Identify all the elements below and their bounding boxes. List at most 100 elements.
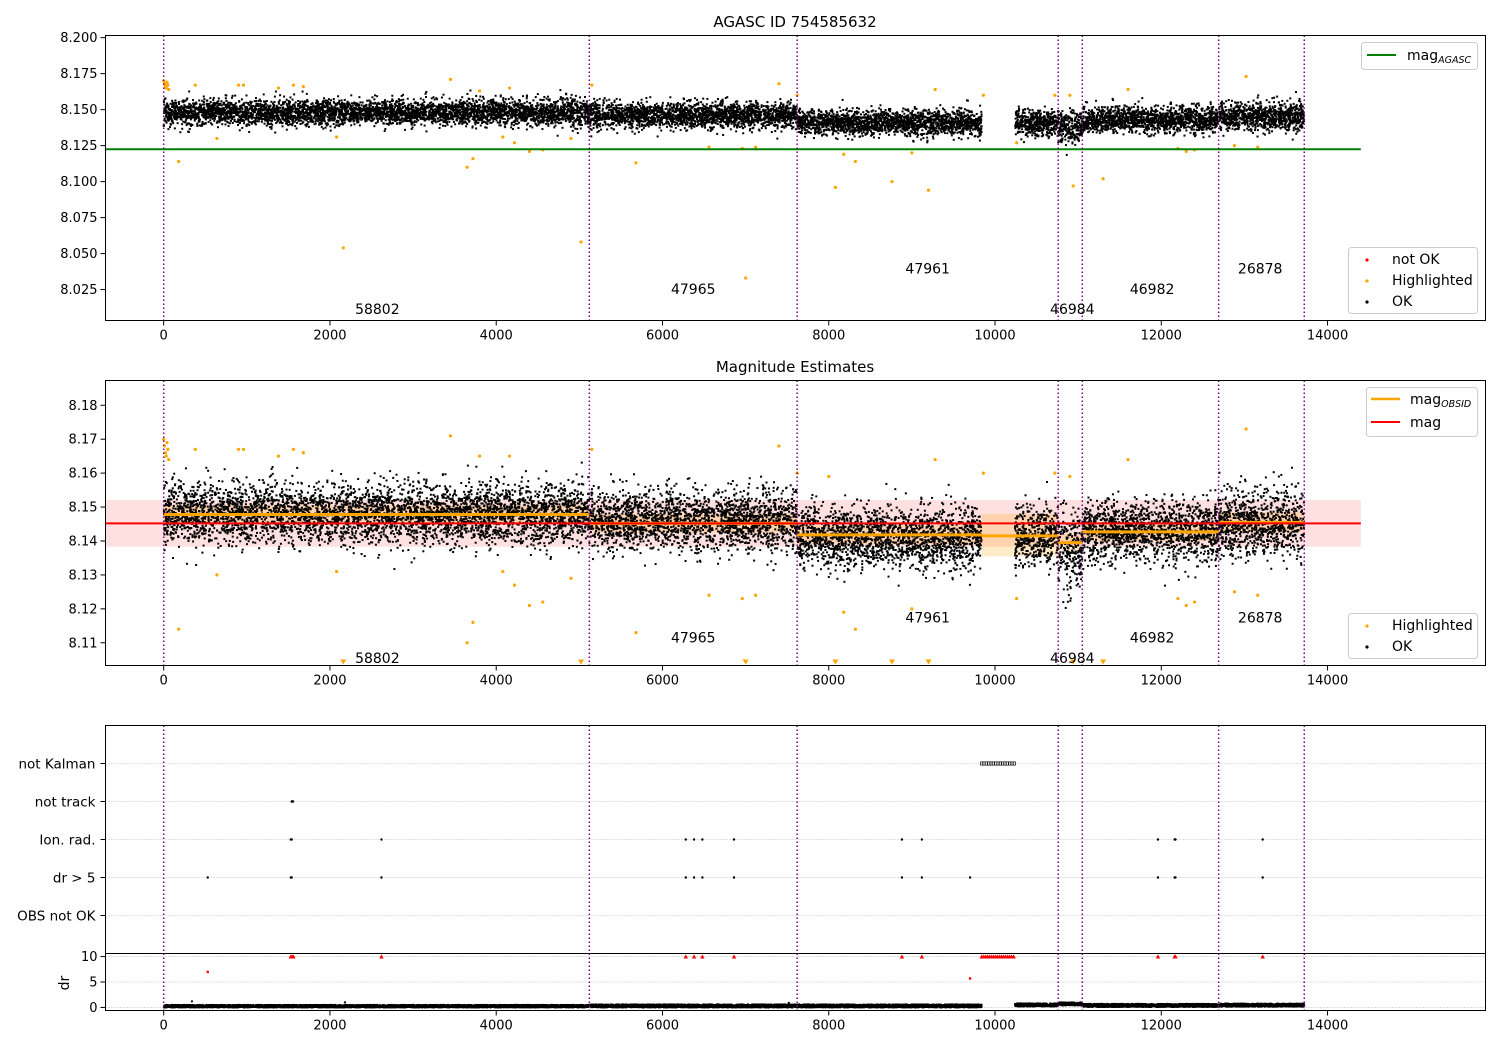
ok-point [488, 103, 491, 106]
ok-point [342, 123, 345, 126]
ok-point [500, 117, 503, 120]
ok-point [192, 99, 195, 102]
ok-point [545, 122, 548, 125]
ok-point [329, 125, 332, 128]
ok-point [209, 122, 212, 125]
ok-point [467, 97, 470, 100]
ok-point [423, 124, 426, 127]
ok-point [259, 111, 262, 114]
ok-point [415, 110, 418, 113]
ok-point [334, 104, 337, 107]
ok-point [211, 117, 214, 120]
ok-point [383, 103, 386, 106]
ok-point [301, 90, 304, 93]
ok-point [292, 108, 295, 111]
ok-point [427, 106, 430, 109]
ok-point [201, 103, 204, 106]
ok-point [207, 110, 210, 113]
ok-point [516, 119, 519, 122]
ok-point [258, 108, 261, 111]
ok-point [398, 102, 401, 105]
ok-point [272, 107, 275, 110]
ok-point [230, 96, 233, 99]
ok-point [197, 107, 200, 110]
ok-point [532, 119, 535, 122]
ok-point [508, 105, 511, 108]
ok-point [541, 99, 544, 102]
ok-point [322, 109, 325, 112]
ok-point [422, 111, 425, 114]
ok-point [247, 102, 250, 105]
ok-point [780, 130, 783, 133]
ok-point [326, 115, 329, 118]
ok-point [369, 102, 372, 105]
ok-point [310, 103, 313, 106]
ok-point [329, 101, 332, 104]
ok-point [489, 98, 492, 101]
ok-point [219, 102, 222, 105]
ok-point [421, 114, 424, 117]
ok-point [196, 122, 199, 125]
ok-point [508, 110, 511, 113]
ok-point [241, 126, 244, 129]
ok-point [245, 124, 248, 127]
ok-point [343, 98, 346, 101]
ok-point [463, 117, 466, 120]
ok-point [383, 129, 386, 132]
ok-point [448, 97, 451, 100]
ok-point [450, 111, 453, 114]
ok-point [561, 99, 564, 102]
ok-point [171, 99, 174, 102]
ok-point [479, 124, 482, 127]
ok-point [534, 113, 537, 116]
ok-point [486, 118, 489, 121]
ok-point [440, 115, 443, 118]
ok-point [573, 98, 576, 101]
ok-point [198, 99, 201, 102]
ok-point [309, 119, 312, 122]
ok-point [303, 105, 306, 108]
ok-point [574, 127, 577, 130]
ok-point [537, 123, 540, 126]
ok-point [232, 115, 235, 118]
ok-point [640, 101, 643, 104]
ok-point [584, 122, 587, 125]
ok-point [305, 92, 308, 95]
ok-point [571, 129, 574, 132]
ok-point [353, 116, 356, 119]
ok-point [641, 103, 644, 106]
ok-point [608, 98, 611, 101]
ok-point [284, 118, 287, 121]
ok-point [549, 106, 552, 109]
ok-point [412, 121, 415, 124]
ok-point [208, 105, 211, 108]
ok-point [356, 112, 359, 115]
ok-point [724, 116, 727, 119]
ok-point [776, 137, 779, 140]
ok-point [529, 125, 532, 128]
ok-point [205, 102, 208, 105]
ok-point [561, 117, 564, 120]
ok-point [201, 121, 204, 124]
ok-point [631, 130, 634, 133]
ok-point [347, 101, 350, 104]
ok-point [546, 95, 549, 98]
ok-point [208, 102, 211, 105]
ok-point [431, 116, 434, 119]
ok-point [459, 99, 462, 102]
ok-point [554, 101, 557, 104]
ok-point [321, 101, 324, 104]
ok-point [579, 127, 582, 130]
ok-point [222, 109, 225, 112]
ok-point [486, 101, 489, 104]
ok-point [320, 122, 323, 125]
ok-point [184, 105, 187, 108]
ok-point [436, 117, 439, 120]
ok-point [502, 114, 505, 117]
ok-point [290, 111, 293, 114]
ok-point [503, 110, 506, 113]
ok-point [223, 101, 226, 104]
ok-point [517, 127, 520, 130]
ok-point [553, 111, 556, 114]
ok-point [271, 102, 274, 105]
